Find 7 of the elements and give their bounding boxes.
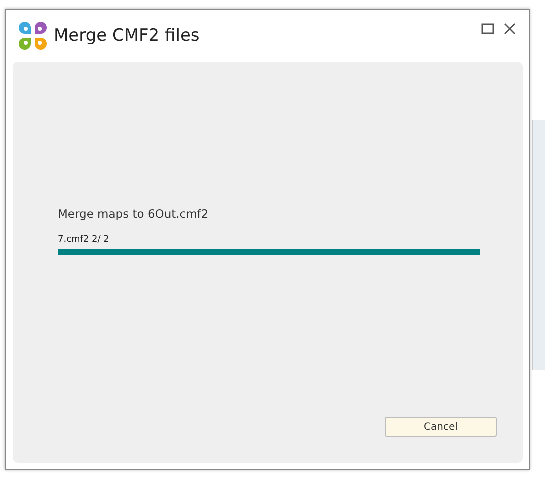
maximize-icon[interactable]	[481, 22, 495, 36]
logo-icon	[18, 21, 48, 51]
cancel-button[interactable]: Cancel	[385, 417, 497, 437]
close-icon[interactable]	[503, 22, 517, 36]
dialog-title: Merge CMF2 files	[54, 26, 200, 46]
status-message: Merge maps to 6Out.cmf2	[58, 207, 210, 221]
progress-label: 7.cmf2 2/ 2	[58, 235, 110, 245]
